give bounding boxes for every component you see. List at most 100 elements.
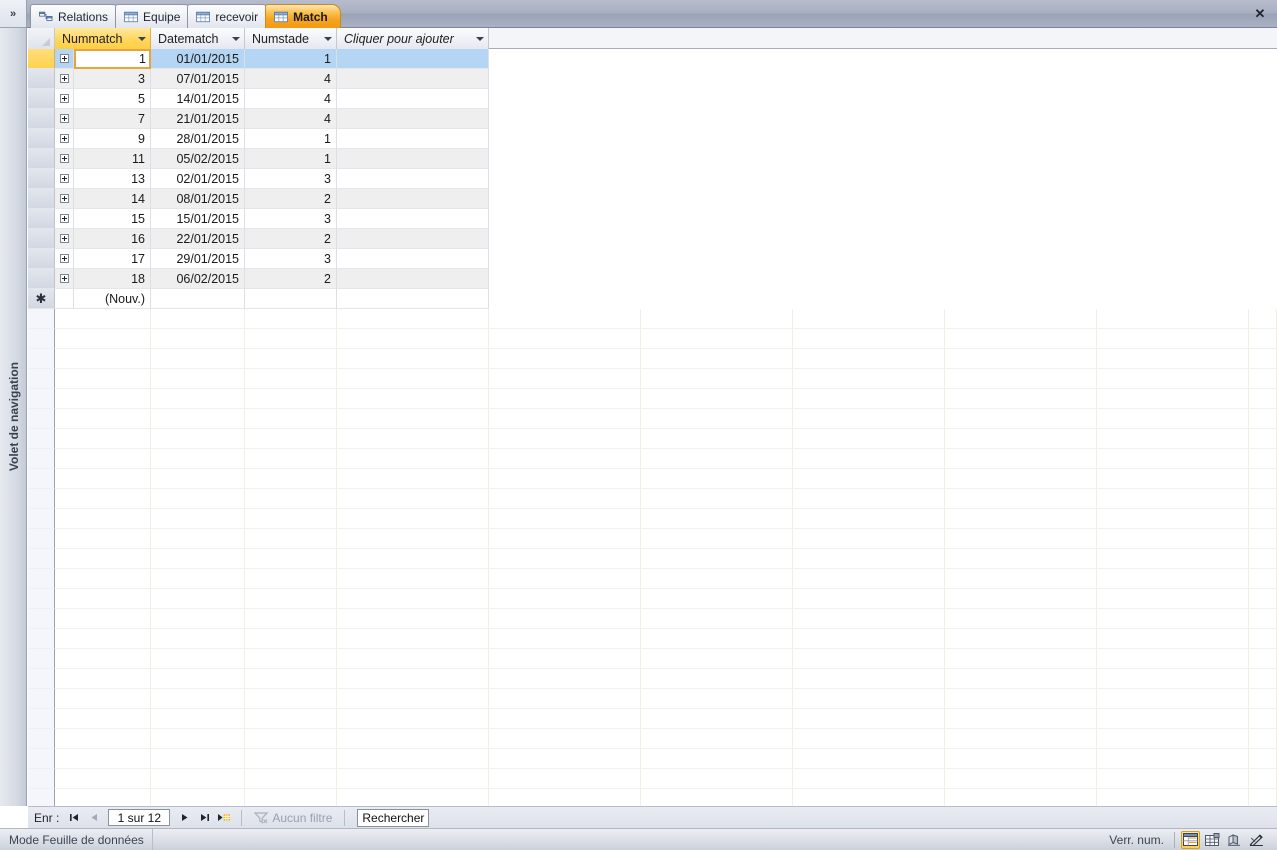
chevron-down-icon[interactable] bbox=[474, 36, 485, 41]
cell-numstade[interactable]: 1 bbox=[245, 149, 337, 169]
row-selector[interactable] bbox=[28, 249, 55, 269]
pivot-table-view-button[interactable] bbox=[1203, 831, 1222, 849]
chevron-down-icon[interactable] bbox=[136, 36, 147, 41]
cell-numstade[interactable]: 1 bbox=[245, 129, 337, 149]
cell-nummatch[interactable]: 17 bbox=[74, 249, 151, 269]
cell-datematch[interactable]: 14/01/2015 bbox=[151, 89, 245, 109]
cell-nummatch[interactable]: 5 bbox=[74, 89, 151, 109]
close-object-button[interactable]: ✕ bbox=[1249, 4, 1271, 24]
expand-subdatasheet-button[interactable] bbox=[55, 249, 74, 269]
cell-add-new[interactable] bbox=[337, 89, 489, 109]
cell-nummatch[interactable]: 18 bbox=[74, 269, 151, 289]
cell-numstade[interactable]: 4 bbox=[245, 89, 337, 109]
table-row[interactable]: 15 15/01/2015 3 bbox=[28, 209, 1277, 229]
table-row[interactable]: 18 06/02/2015 2 bbox=[28, 269, 1277, 289]
design-view-button[interactable] bbox=[1247, 831, 1266, 849]
tab-equipe[interactable]: Equipe bbox=[115, 4, 194, 28]
cell-numstade[interactable]: 1 bbox=[245, 49, 337, 69]
next-record-button[interactable] bbox=[175, 809, 193, 827]
table-row[interactable]: 9 28/01/2015 1 bbox=[28, 129, 1277, 149]
table-row[interactable]: 17 29/01/2015 3 bbox=[28, 249, 1277, 269]
table-row[interactable]: 13 02/01/2015 3 bbox=[28, 169, 1277, 189]
cell-numstade[interactable]: 3 bbox=[245, 169, 337, 189]
cell-nummatch[interactable]: 9 bbox=[74, 129, 151, 149]
cell-nummatch[interactable]: 16 bbox=[74, 229, 151, 249]
cell-nummatch[interactable]: 1 bbox=[74, 49, 151, 69]
expand-subdatasheet-button[interactable] bbox=[55, 189, 74, 209]
last-record-button[interactable] bbox=[195, 809, 213, 827]
new-record-numstade[interactable] bbox=[245, 289, 337, 309]
new-record-nummatch[interactable]: (Nouv.) bbox=[74, 289, 151, 309]
row-selector[interactable] bbox=[28, 89, 55, 109]
table-row[interactable]: 5 14/01/2015 4 bbox=[28, 89, 1277, 109]
tab-relations[interactable]: Relations bbox=[30, 4, 122, 28]
cell-add-new[interactable] bbox=[337, 229, 489, 249]
pivot-chart-view-button[interactable] bbox=[1225, 831, 1244, 849]
chevron-down-icon[interactable] bbox=[230, 36, 241, 41]
column-header-add-new-field[interactable]: Cliquer pour ajouter bbox=[337, 28, 489, 49]
cell-nummatch[interactable]: 11 bbox=[74, 149, 151, 169]
cell-add-new[interactable] bbox=[337, 209, 489, 229]
cell-nummatch[interactable]: 15 bbox=[74, 209, 151, 229]
cell-numstade[interactable]: 2 bbox=[245, 229, 337, 249]
cell-numstade[interactable]: 3 bbox=[245, 209, 337, 229]
new-record-datematch[interactable] bbox=[151, 289, 245, 309]
cell-add-new[interactable] bbox=[337, 69, 489, 89]
tab-match[interactable]: Match bbox=[265, 4, 341, 28]
datasheet-view-button[interactable] bbox=[1181, 830, 1200, 849]
new-record-button[interactable] bbox=[215, 809, 233, 827]
cell-add-new[interactable] bbox=[337, 109, 489, 129]
expand-subdatasheet-button[interactable] bbox=[55, 69, 74, 89]
cell-add-new[interactable] bbox=[337, 189, 489, 209]
row-selector[interactable] bbox=[28, 129, 55, 149]
cell-numstade[interactable]: 4 bbox=[245, 109, 337, 129]
cell-numstade[interactable]: 2 bbox=[245, 189, 337, 209]
row-selector[interactable] bbox=[28, 209, 55, 229]
new-record-row[interactable]: ✱ (Nouv.) bbox=[28, 289, 1277, 309]
row-selector[interactable] bbox=[28, 229, 55, 249]
cell-nummatch[interactable]: 7 bbox=[74, 109, 151, 129]
cell-add-new[interactable] bbox=[337, 169, 489, 189]
column-header-nummatch[interactable]: Nummatch bbox=[55, 28, 151, 49]
row-selector[interactable] bbox=[28, 149, 55, 169]
row-selector[interactable] bbox=[28, 269, 55, 289]
cell-datematch[interactable]: 21/01/2015 bbox=[151, 109, 245, 129]
tab-recevoir[interactable]: recevoir bbox=[187, 4, 272, 28]
table-row[interactable]: 3 07/01/2015 4 bbox=[28, 69, 1277, 89]
row-selector[interactable] bbox=[28, 169, 55, 189]
expand-subdatasheet-button[interactable] bbox=[55, 49, 74, 69]
table-row[interactable]: 11 05/02/2015 1 bbox=[28, 149, 1277, 169]
cell-datematch[interactable]: 01/01/2015 bbox=[151, 49, 245, 69]
table-row[interactable]: 1 01/01/2015 1 bbox=[28, 49, 1277, 69]
cell-datematch[interactable]: 29/01/2015 bbox=[151, 249, 245, 269]
cell-add-new[interactable] bbox=[337, 149, 489, 169]
column-header-numstade[interactable]: Numstade bbox=[245, 28, 337, 49]
expand-subdatasheet-button[interactable] bbox=[55, 109, 74, 129]
filter-status-button[interactable]: Aucun filtre bbox=[250, 811, 336, 825]
cell-datematch[interactable]: 07/01/2015 bbox=[151, 69, 245, 89]
expand-subdatasheet-button[interactable] bbox=[55, 169, 74, 189]
cell-datematch[interactable]: 15/01/2015 bbox=[151, 209, 245, 229]
expand-subdatasheet-button[interactable] bbox=[55, 129, 74, 149]
expand-subdatasheet-button[interactable] bbox=[55, 149, 74, 169]
row-selector[interactable] bbox=[28, 49, 55, 69]
cell-nummatch[interactable]: 13 bbox=[74, 169, 151, 189]
cell-numstade[interactable]: 3 bbox=[245, 249, 337, 269]
navigation-pane-toggle-button[interactable]: » bbox=[0, 0, 27, 28]
expand-subdatasheet-button[interactable] bbox=[55, 269, 74, 289]
column-header-datematch[interactable]: Datematch bbox=[151, 28, 245, 49]
cell-add-new[interactable] bbox=[337, 129, 489, 149]
chevron-down-icon[interactable] bbox=[322, 36, 333, 41]
expand-subdatasheet-button[interactable] bbox=[55, 89, 74, 109]
first-record-button[interactable] bbox=[65, 809, 83, 827]
table-row[interactable]: 14 08/01/2015 2 bbox=[28, 189, 1277, 209]
row-selector[interactable] bbox=[28, 109, 55, 129]
cell-datematch[interactable]: 22/01/2015 bbox=[151, 229, 245, 249]
previous-record-button[interactable] bbox=[85, 809, 103, 827]
expand-subdatasheet-button[interactable] bbox=[55, 209, 74, 229]
cell-datematch[interactable]: 06/02/2015 bbox=[151, 269, 245, 289]
cell-numstade[interactable]: 4 bbox=[245, 69, 337, 89]
select-all-button[interactable] bbox=[28, 28, 55, 49]
new-record-row-selector[interactable]: ✱ bbox=[28, 289, 55, 309]
cell-add-new[interactable] bbox=[337, 269, 489, 289]
